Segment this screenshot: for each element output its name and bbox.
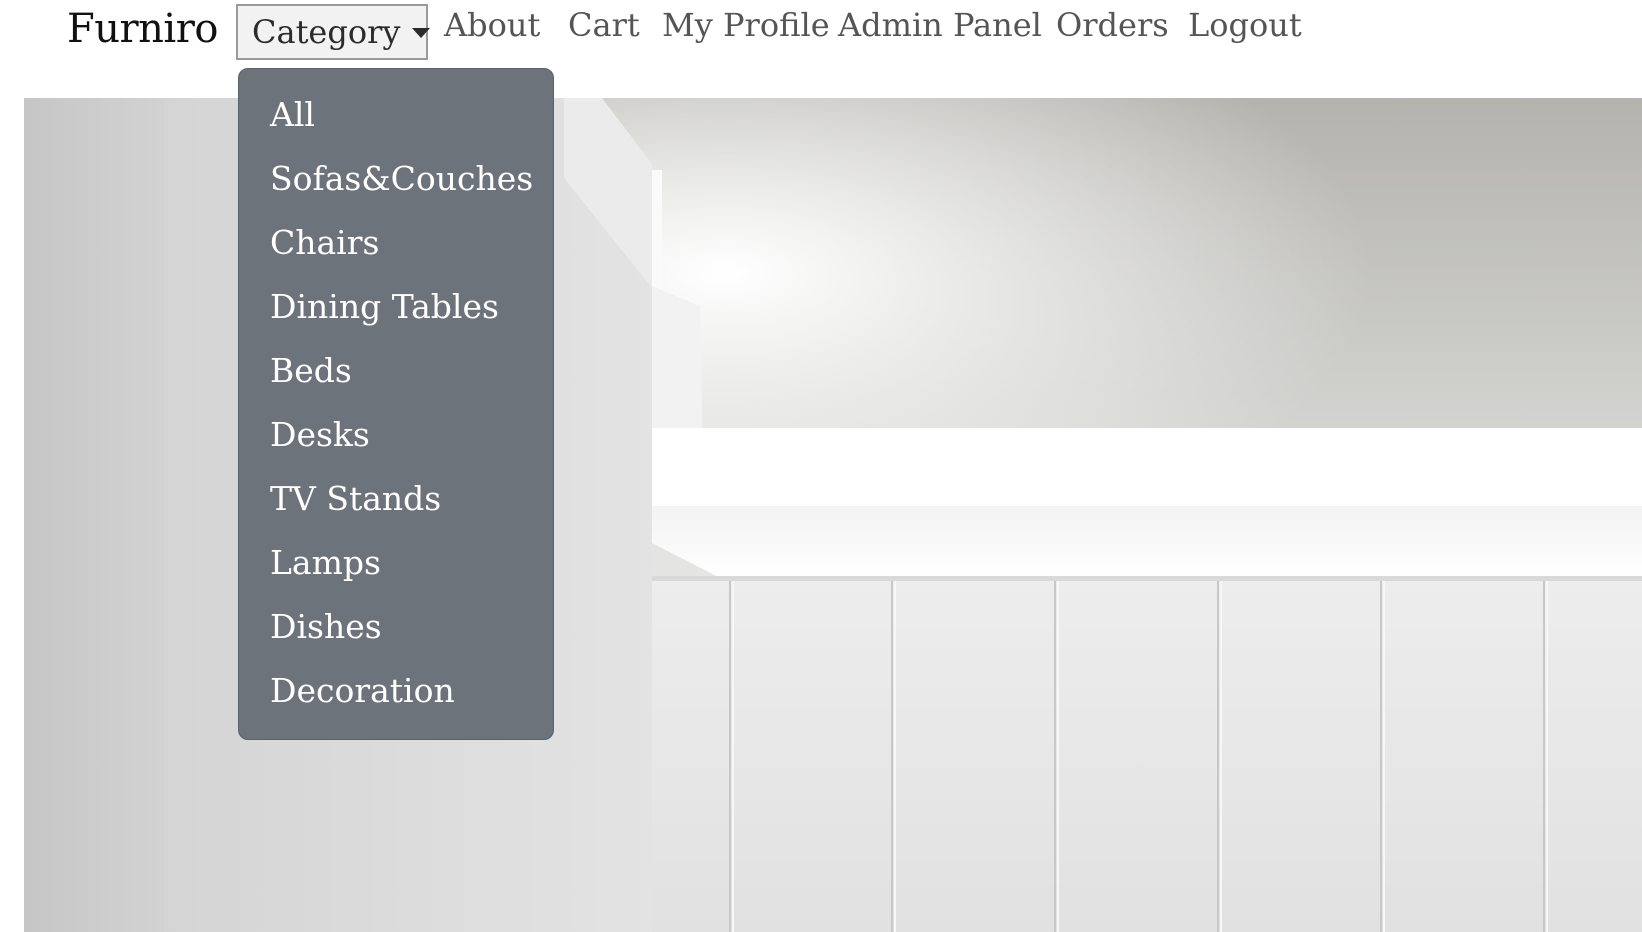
caret-down-icon	[412, 28, 431, 38]
dropdown-item-dining-tables[interactable]: Dining Tables	[239, 275, 553, 339]
dropdown-item-decoration[interactable]: Decoration	[239, 659, 553, 723]
category-dropdown-button[interactable]: Category	[236, 4, 431, 60]
nav-link-cart[interactable]: Cart	[568, 6, 640, 44]
nav-link-admin-panel[interactable]: Admin Panel	[838, 6, 1042, 44]
nav-link-about[interactable]: About	[444, 6, 540, 44]
brand-logo[interactable]: Furniro	[67, 6, 218, 52]
dropdown-item-all[interactable]: All	[239, 83, 553, 147]
category-button-label: Category	[252, 13, 401, 51]
dropdown-item-sofas-couches[interactable]: Sofas&Couches	[239, 147, 553, 211]
navbar: Furniro Category About Cart My Profile A…	[0, 0, 1642, 60]
dropdown-item-desks[interactable]: Desks	[239, 403, 553, 467]
dropdown-item-dishes[interactable]: Dishes	[239, 595, 553, 659]
dropdown-item-tv-stands[interactable]: TV Stands	[239, 467, 553, 531]
category-dropdown-menu: All Sofas&Couches Chairs Dining Tables B…	[238, 68, 554, 740]
nav-link-my-profile[interactable]: My Profile	[662, 6, 830, 44]
nav-link-orders[interactable]: Orders	[1056, 6, 1169, 44]
nav-link-logout[interactable]: Logout	[1188, 6, 1302, 44]
dropdown-item-beds[interactable]: Beds	[239, 339, 553, 403]
dropdown-item-chairs[interactable]: Chairs	[239, 211, 553, 275]
dropdown-item-lamps[interactable]: Lamps	[239, 531, 553, 595]
